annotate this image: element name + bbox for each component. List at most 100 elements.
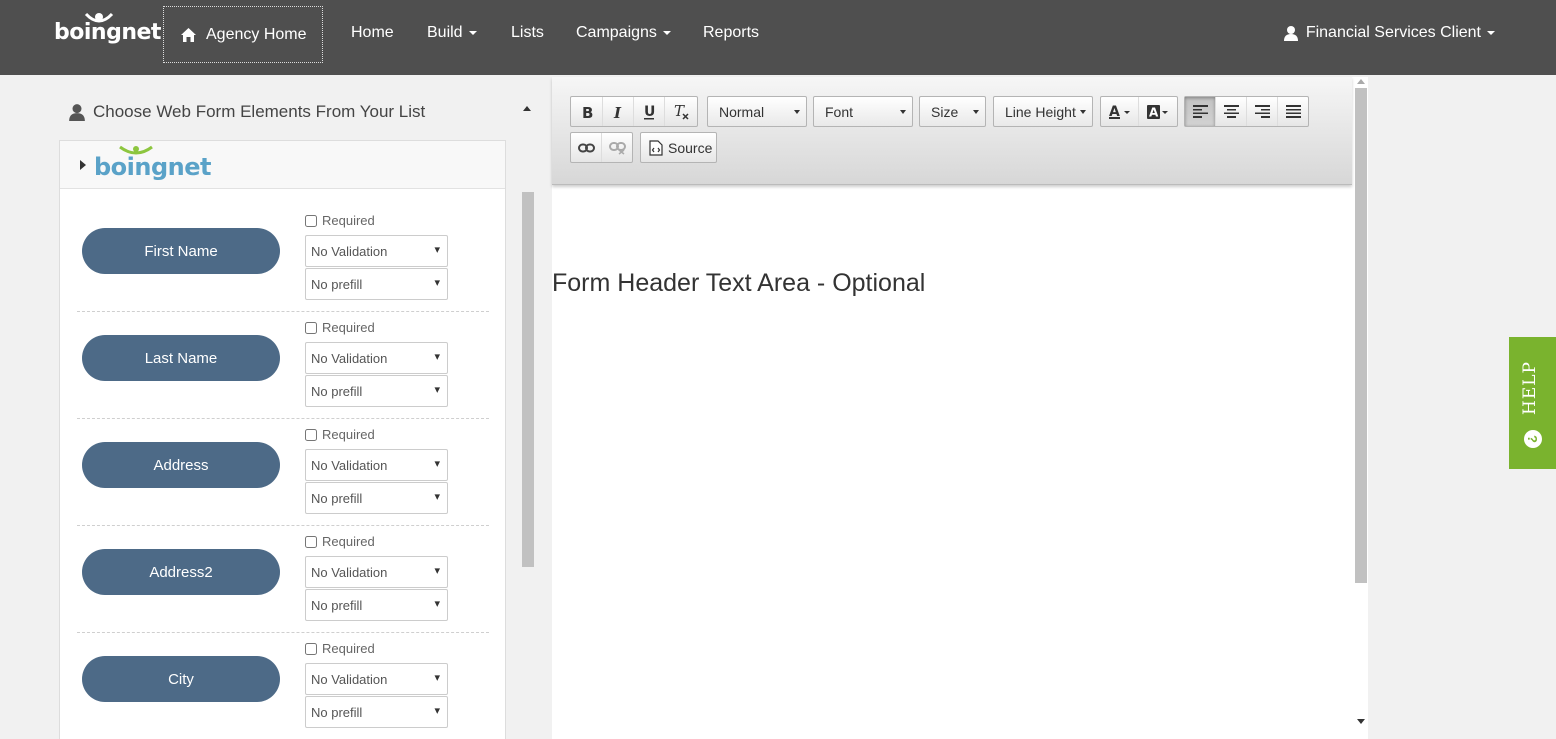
required-checkbox[interactable] — [305, 214, 317, 227]
validation-select[interactable]: No Validation — [305, 235, 448, 267]
validation-select[interactable]: No Validation — [305, 449, 448, 481]
nav-reports-label: Reports — [703, 24, 760, 41]
align-justify-icon — [1285, 105, 1301, 118]
scroll-up-arrow-icon[interactable] — [523, 106, 531, 111]
field-address2[interactable]: Address2 — [82, 549, 280, 595]
field-row: Last Name Required No Validation No pref… — [77, 312, 489, 419]
nav-home-label: Home — [351, 24, 394, 41]
form-elements-panel: boingnet First Name Required No Validati… — [59, 140, 506, 739]
editor-scrollbar[interactable] — [1354, 77, 1368, 739]
required-label: Required — [322, 534, 375, 549]
required-checkbox[interactable] — [305, 428, 317, 441]
text-color-button[interactable]: A — [1101, 97, 1140, 126]
left-panel-heading-text: Choose Web Form Elements From Your List — [93, 102, 426, 121]
required-checkbox-label[interactable]: Required — [305, 427, 375, 442]
field-city[interactable]: City — [82, 656, 280, 702]
line-height-dropdown[interactable]: Line Height — [993, 96, 1093, 127]
nav-lists-label: Lists — [511, 24, 544, 41]
required-checkbox[interactable] — [305, 321, 317, 334]
remove-link-button[interactable] — [602, 133, 632, 162]
user-menu[interactable]: Financial Services Client — [1283, 24, 1495, 42]
scroll-thumb[interactable] — [1355, 88, 1367, 583]
nav-home[interactable]: Home — [351, 24, 394, 42]
prefill-select[interactable]: No prefill — [305, 696, 448, 728]
text-style-group: B I U T — [570, 96, 698, 127]
scroll-down-arrow-icon[interactable] — [1357, 719, 1365, 724]
scroll-thumb[interactable] — [522, 192, 534, 567]
required-checkbox-label[interactable]: Required — [305, 534, 375, 549]
color-group: A A — [1100, 96, 1178, 127]
bold-button[interactable]: B — [571, 97, 603, 126]
left-panel-heading: Choose Web Form Elements From Your List — [68, 102, 425, 122]
prefill-select[interactable]: No prefill — [305, 268, 448, 300]
required-checkbox-label[interactable]: Required — [305, 641, 375, 656]
field-first-name[interactable]: First Name — [82, 228, 280, 274]
prefill-select[interactable]: No prefill — [305, 375, 448, 407]
unlink-icon — [608, 141, 626, 155]
required-label: Required — [322, 641, 375, 656]
field-row: Address Required No Validation No prefil… — [77, 419, 489, 526]
form-header-text[interactable]: Form Header Text Area - Optional — [552, 269, 925, 298]
field-row: City Required No Validation No prefill — [77, 633, 489, 739]
user-icon — [69, 104, 85, 121]
bold-icon: B — [582, 104, 593, 120]
expand-triangle-icon[interactable] — [80, 160, 86, 170]
underline-button[interactable]: U — [634, 97, 665, 126]
clear-format-button[interactable]: T — [665, 97, 697, 126]
required-checkbox-label[interactable]: Required — [305, 320, 375, 335]
font-dropdown-label: Font — [825, 103, 854, 120]
caret-down-icon — [468, 30, 477, 35]
required-checkbox[interactable] — [305, 642, 317, 655]
line-height-dropdown-label: Line Height — [1005, 103, 1076, 120]
size-dropdown[interactable]: Size — [919, 96, 986, 127]
list-logo-text: boingnet — [94, 153, 212, 181]
source-button[interactable]: Source — [640, 132, 717, 163]
align-right-button[interactable] — [1247, 97, 1278, 126]
agency-home-label: Agency Home — [206, 25, 307, 43]
help-tab[interactable]: HELP ? — [1509, 337, 1556, 469]
field-last-name[interactable]: Last Name — [82, 335, 280, 381]
list-header: boingnet — [60, 141, 505, 189]
italic-button[interactable]: I — [603, 97, 634, 126]
required-checkbox[interactable] — [305, 535, 317, 548]
help-label: HELP — [1520, 361, 1540, 415]
validation-select[interactable]: No Validation — [305, 342, 448, 374]
caret-down-icon — [662, 30, 671, 35]
required-checkbox-label[interactable]: Required — [305, 213, 375, 228]
top-navbar: boingnet Agency Home Home Build Lists Ca… — [0, 0, 1556, 75]
insert-link-button[interactable] — [571, 133, 602, 162]
brand-logo[interactable]: boingnet — [54, 12, 161, 48]
field-address[interactable]: Address — [82, 442, 280, 488]
agency-home-button[interactable]: Agency Home — [163, 6, 323, 63]
align-left-icon — [1192, 105, 1208, 118]
caret-down-icon — [973, 110, 979, 114]
scroll-up-arrow-icon[interactable] — [1357, 79, 1365, 84]
validation-select[interactable]: No Validation — [305, 663, 448, 695]
validation-select[interactable]: No Validation — [305, 556, 448, 588]
left-panel-scrollbar[interactable] — [520, 100, 534, 570]
svg-text:B: B — [582, 104, 593, 120]
font-dropdown[interactable]: Font — [813, 96, 913, 127]
user-name: Financial Services Client — [1305, 24, 1481, 41]
brand-text: boingnet — [54, 20, 161, 45]
prefill-select[interactable]: No prefill — [305, 482, 448, 514]
nav-lists[interactable]: Lists — [511, 24, 544, 42]
nav-build[interactable]: Build — [427, 24, 477, 42]
align-justify-button[interactable] — [1278, 97, 1308, 126]
align-center-button[interactable] — [1216, 97, 1247, 126]
underline-icon: U — [644, 104, 655, 120]
background-color-icon: A — [1147, 104, 1168, 119]
prefill-select[interactable]: No prefill — [305, 589, 448, 621]
text-color-icon: A — [1108, 104, 1130, 120]
format-dropdown[interactable]: Normal — [707, 96, 807, 127]
align-left-button[interactable] — [1185, 97, 1216, 126]
source-icon — [649, 139, 663, 156]
editor-toolbar: B I U T Normal Font Size Line Height A A… — [552, 77, 1352, 185]
background-color-button[interactable]: A — [1139, 97, 1177, 126]
nav-campaigns[interactable]: Campaigns — [576, 24, 671, 42]
svg-text:A: A — [1149, 105, 1159, 119]
user-icon — [1283, 26, 1298, 41]
size-dropdown-label: Size — [931, 103, 959, 120]
required-label: Required — [322, 213, 375, 228]
nav-reports[interactable]: Reports — [703, 24, 759, 42]
